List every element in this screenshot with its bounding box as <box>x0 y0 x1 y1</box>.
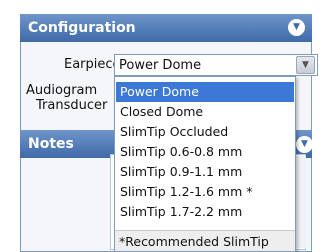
configuration-title: Configuration <box>28 20 136 36</box>
notes-title: Notes <box>28 136 74 152</box>
dropdown-option[interactable]: SlimTip 0.9-1.1 mm <box>116 162 294 182</box>
configuration-collapse-icon[interactable]: ▼ <box>288 19 305 36</box>
dropdown-arrow-icon[interactable]: ▼ <box>296 56 315 74</box>
dropdown-option[interactable]: SlimTip 0.6-0.8 mm <box>116 142 294 162</box>
dropdown-option[interactable]: SlimTip 1.2-1.6 mm * <box>116 182 294 202</box>
dropdown-option[interactable]: SlimTip Occluded <box>116 122 294 142</box>
audiogram-label: Audiogram <box>26 83 98 98</box>
transducer-label: Transducer <box>36 98 108 113</box>
notes-collapse-icon[interactable]: ▼ <box>296 136 313 153</box>
earpiece-dropdown-list: Power Dome Closed Dome SlimTip Occluded … <box>114 76 296 252</box>
dropdown-option[interactable]: SlimTip 1.7-2.2 mm <box>116 202 294 222</box>
dropdown-option[interactable]: Power Dome <box>116 82 294 102</box>
earpiece-value: Power Dome <box>119 58 202 73</box>
earpiece-select[interactable]: Power Dome <box>114 54 318 76</box>
configuration-header[interactable]: Configuration <box>20 14 312 42</box>
earpiece-label: Earpiece <box>64 57 121 72</box>
dropdown-option[interactable]: Closed Dome <box>116 102 294 122</box>
recommended-footnote: *Recommended SlimTip <box>115 230 295 251</box>
